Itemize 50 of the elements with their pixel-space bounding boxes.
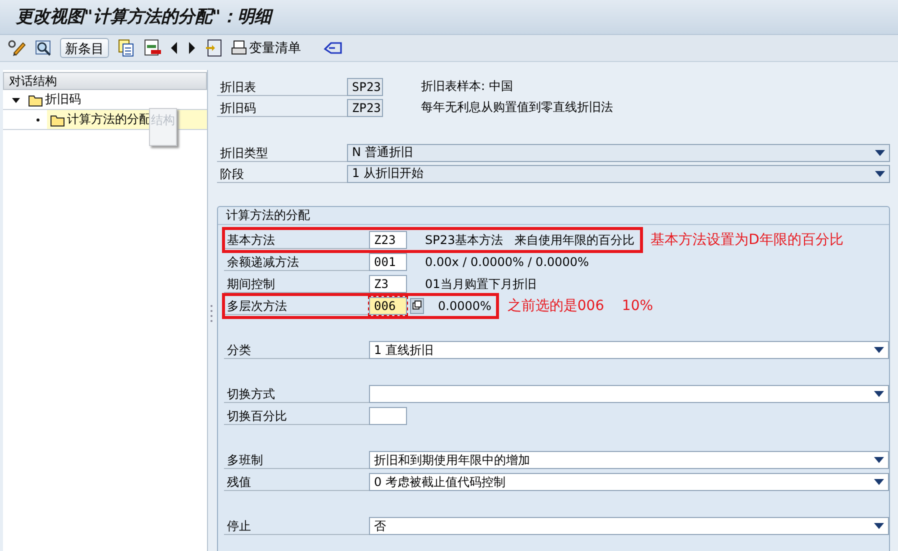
variant-list-button[interactable]: 变量清单 (231, 39, 301, 57)
dropdown-caret-icon (874, 391, 884, 397)
window-title: 更改视图"计算方法的分配"：明细 (16, 6, 272, 29)
input-field[interactable]: Z23 (369, 231, 407, 249)
bullet-icon (35, 116, 41, 122)
tree-item[interactable]: 折旧码 (25, 91, 81, 108)
group-title: 计算方法的分配 (218, 207, 889, 225)
delete-row-icon[interactable] (143, 39, 161, 57)
previous-icon[interactable] (169, 41, 179, 55)
dropdown-caret-icon (875, 150, 885, 156)
dropdown-field[interactable]: 否 (369, 517, 889, 535)
copy-icon[interactable] (117, 39, 135, 57)
folder-icon (50, 112, 65, 126)
folder-icon (28, 92, 43, 106)
dropdown-field[interactable]: 1 直线折旧 (369, 341, 889, 359)
display-field: SP23 (347, 78, 383, 96)
input-field[interactable] (369, 407, 407, 425)
dropdown-field[interactable]: N 普通折旧 (347, 144, 890, 162)
field-description: SP23基本方法 来自使用年限的百分比 (425, 232, 635, 248)
field-description: 0.00x / 0.0000% / 0.0000% (425, 255, 589, 269)
pencil-glasses-icon[interactable] (8, 39, 26, 57)
field-description: 折旧表样本: 中国 (421, 78, 513, 95)
tooltip: 结构 (149, 108, 177, 146)
dropdown-caret-icon (874, 347, 884, 353)
input-field[interactable]: 006 (369, 297, 407, 315)
dropdown-caret-icon (875, 170, 885, 176)
next-icon[interactable] (187, 41, 197, 55)
annotation: 基本方法设置为D年限的百分比 (650, 231, 844, 249)
dropdown-caret-icon (874, 523, 884, 529)
tree-header: 对话结构 (3, 72, 207, 90)
dropdown-field[interactable]: 折旧和到期使用年限中的增加 (369, 451, 889, 469)
dropdown-caret-icon (874, 479, 884, 485)
dropdown-field[interactable] (369, 385, 889, 403)
annotation: 之前选的是006 10% (507, 297, 654, 315)
input-field[interactable]: 001 (369, 253, 407, 271)
input-field[interactable]: Z3 (369, 275, 407, 293)
dropdown-field[interactable]: 1 从折旧开始 (347, 164, 890, 182)
splitter-handle[interactable] (209, 304, 214, 324)
magnifier-icon[interactable] (34, 39, 52, 57)
field-description: 每年无利息从购置值到零直线折旧法 (421, 99, 613, 116)
new-entries-button[interactable]: 新条目 (60, 38, 109, 58)
dropdown-field[interactable]: 0 考虑被截止值代码控制 (369, 473, 889, 491)
field-description: 0.0000% (438, 299, 492, 313)
printer-icon (231, 40, 247, 56)
field-description: 01当月购置下月折旧 (425, 276, 536, 292)
display-field: ZP23 (347, 98, 383, 116)
dropdown-caret-icon (874, 457, 884, 463)
value-help-icon[interactable] (410, 298, 424, 314)
undo-icon[interactable] (323, 40, 343, 56)
transport-icon[interactable] (205, 39, 223, 57)
